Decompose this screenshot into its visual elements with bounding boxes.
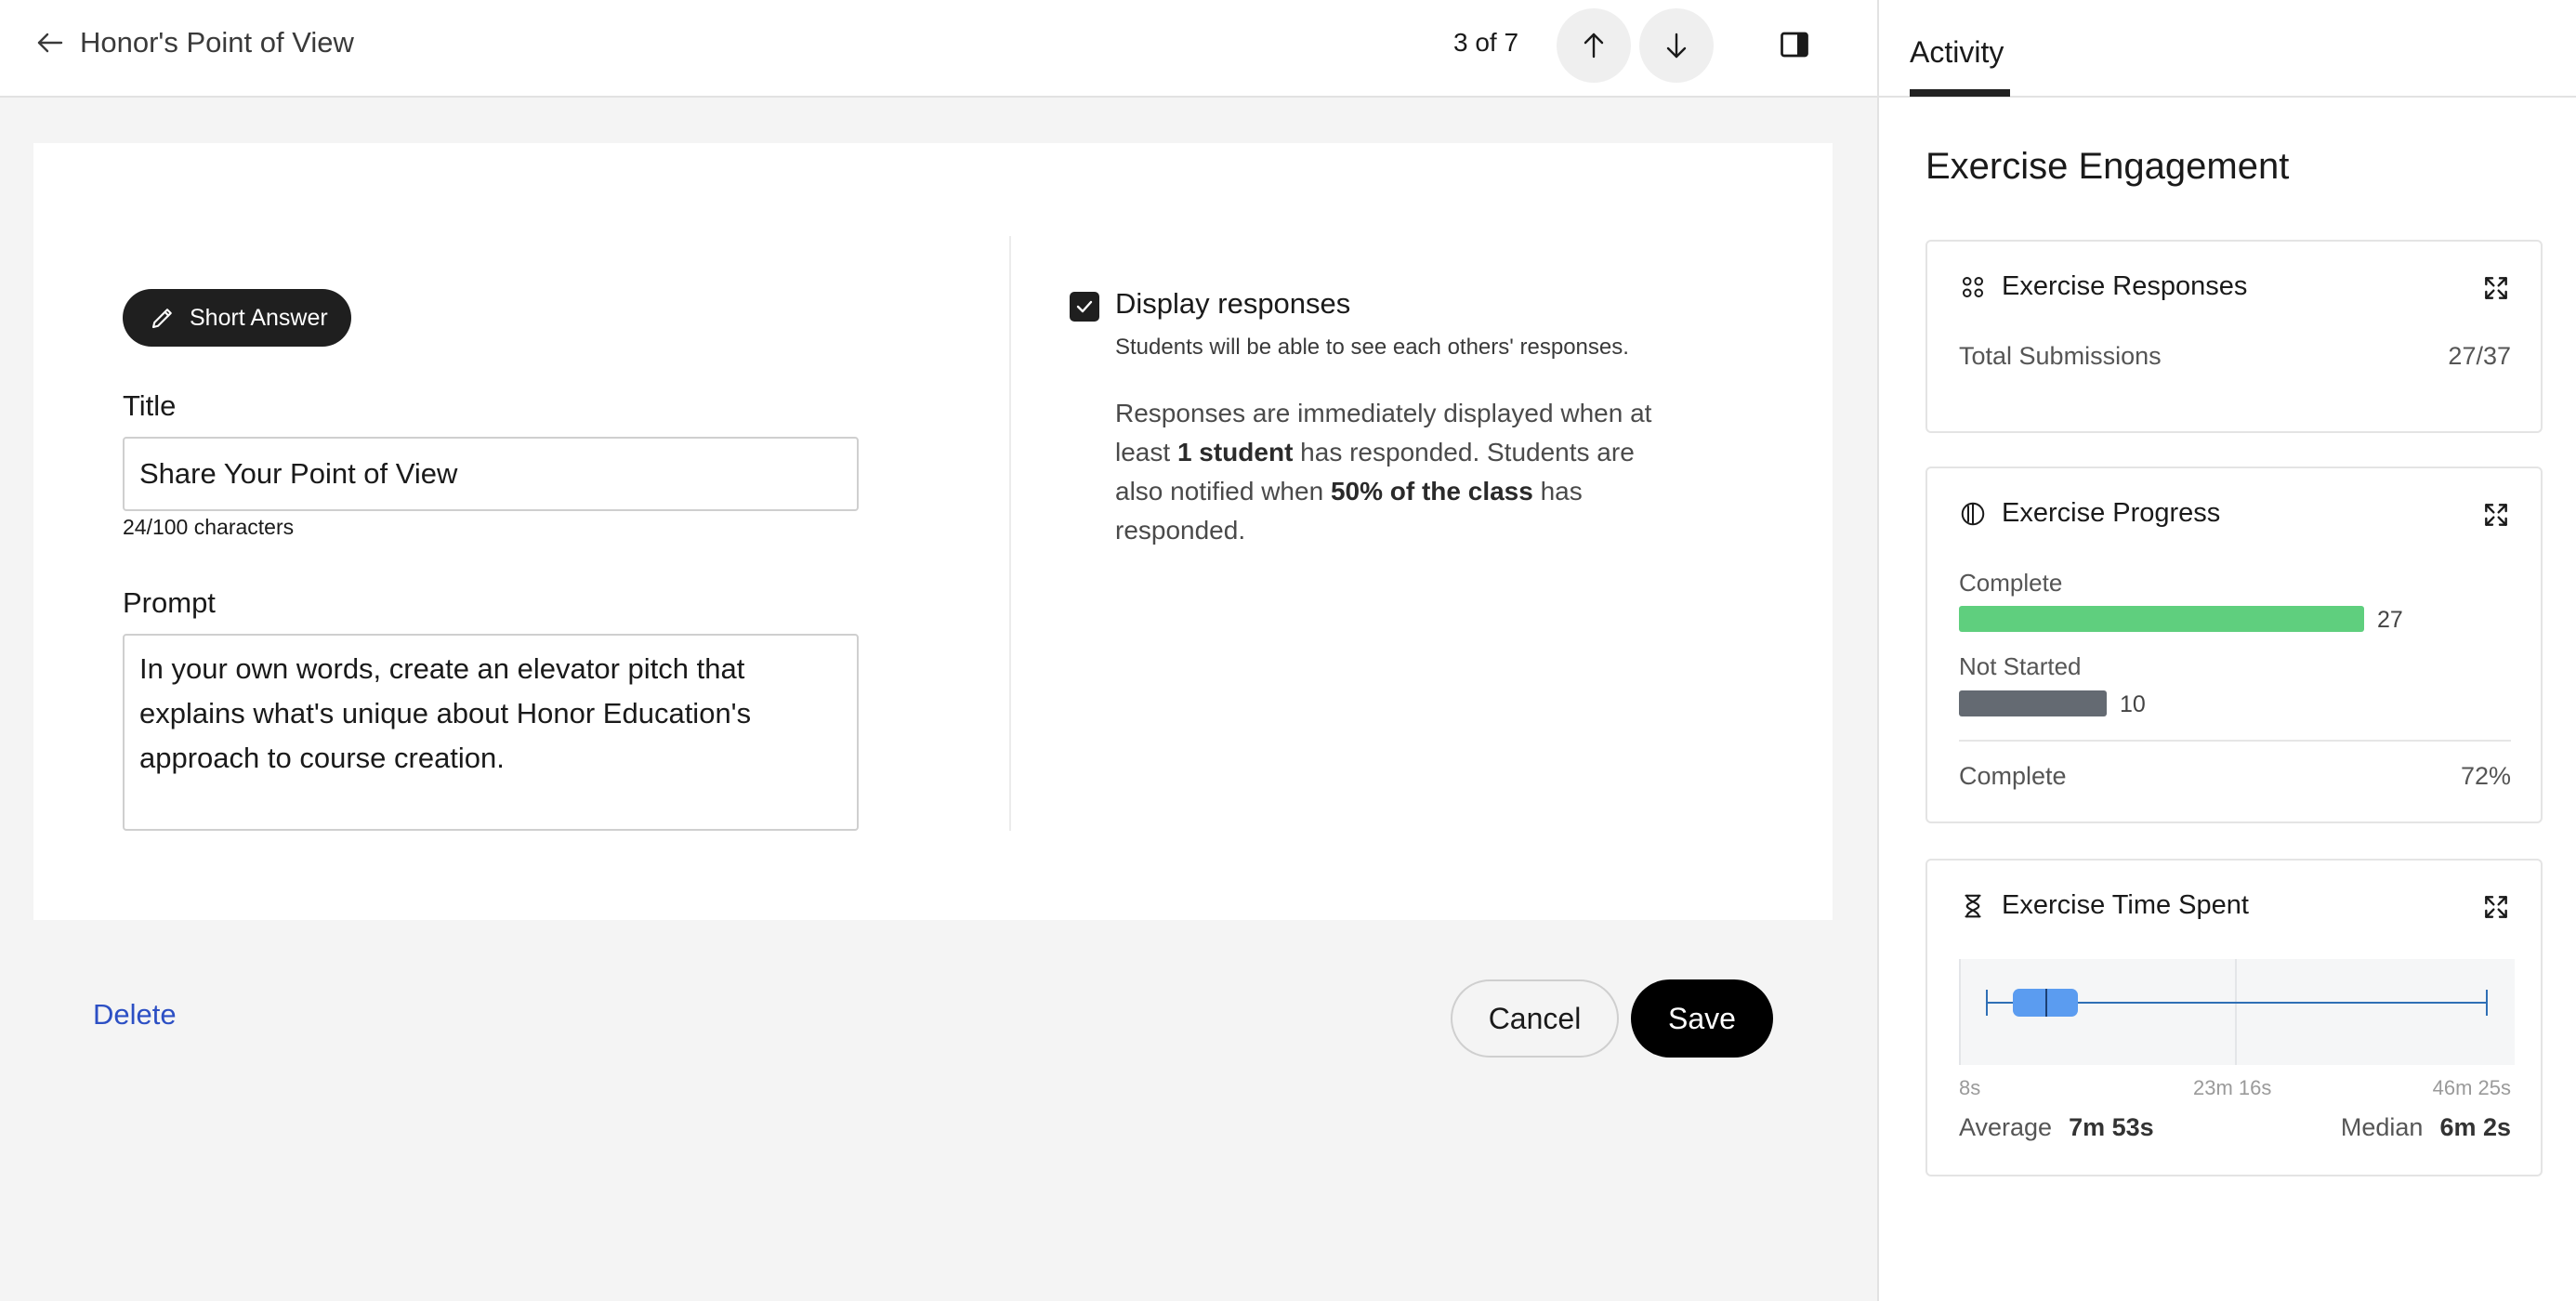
check-icon bbox=[1076, 300, 1093, 313]
not-started-count: 10 bbox=[2120, 691, 2146, 717]
time-stats-row: Average 7m 53s Median 6m 2s bbox=[1959, 1113, 2511, 1142]
short-answer-chip[interactable]: Short Answer bbox=[123, 289, 351, 347]
exercise-time-spent-card: Exercise Time Spent 8s 23m 16s 46m 25s A… bbox=[1925, 859, 2543, 1176]
time-box-plot bbox=[1959, 959, 2515, 1065]
display-responses-label: Display responses bbox=[1115, 287, 1351, 320]
save-button[interactable]: Save bbox=[1631, 979, 1773, 1058]
complete-summary-row: Complete 72% bbox=[1959, 762, 2511, 790]
arrow-down-icon bbox=[1666, 33, 1687, 59]
previous-button[interactable] bbox=[1557, 8, 1631, 83]
cancel-button[interactable]: Cancel bbox=[1451, 979, 1619, 1058]
sidebar-title: Exercise Engagement bbox=[1925, 146, 2290, 187]
not-started-bar-label: Not Started bbox=[1959, 652, 2082, 680]
complete-bar-label: Complete bbox=[1959, 569, 2063, 597]
title-character-counter: 24/100 characters bbox=[123, 515, 295, 539]
axis-mid-label: 23m 16s bbox=[2193, 1076, 2272, 1099]
pencil-icon bbox=[151, 309, 172, 329]
total-submissions-row: Total Submissions 27/37 bbox=[1959, 342, 2511, 370]
sidebar-panel-icon bbox=[1781, 32, 1808, 58]
half-circle-icon bbox=[1961, 502, 1985, 525]
median-stat: Median 6m 2s bbox=[2340, 1113, 2511, 1141]
expand-icon[interactable] bbox=[2481, 500, 2511, 530]
tab-activity[interactable]: Activity bbox=[1910, 35, 2004, 70]
exercise-progress-card: Exercise Progress Complete 27 Not Starte… bbox=[1925, 467, 2543, 823]
hourglass-icon bbox=[1965, 894, 1981, 917]
average-stat: Average 7m 53s bbox=[1959, 1113, 2154, 1141]
display-responses-description: Responses are immediately displayed when… bbox=[1115, 399, 1652, 545]
title-label: Title bbox=[123, 389, 177, 422]
active-tab-indicator bbox=[1910, 89, 2010, 97]
delete-button[interactable]: Delete bbox=[93, 998, 177, 1032]
grid-circles-icon bbox=[1963, 276, 1983, 297]
expand-icon[interactable] bbox=[2481, 273, 2511, 303]
title-input[interactable] bbox=[123, 437, 859, 511]
exercise-editor-card: Short Answer Title 24/100 characters Pro… bbox=[33, 143, 1833, 920]
display-responses-checkbox[interactable] bbox=[1070, 292, 1099, 322]
activity-sidebar: Activity Exercise Engagement Exercise Re… bbox=[1877, 0, 2576, 1301]
top-bar: Honor's Point of View 3 of 7 bbox=[0, 0, 1877, 98]
axis-min-label: 8s bbox=[1959, 1076, 1981, 1099]
column-divider bbox=[1009, 236, 1011, 831]
box-plot-svg bbox=[1959, 959, 2488, 1065]
exercise-responses-card: Exercise Responses Total Submissions 27/… bbox=[1925, 240, 2543, 433]
main-area: Honor's Point of View 3 of 7 Short Answe… bbox=[0, 0, 1877, 1301]
progress-card-title: Exercise Progress bbox=[2002, 498, 2221, 528]
prompt-textarea[interactable]: In your own words, create an elevator pi… bbox=[123, 634, 859, 831]
back-link[interactable]: Honor's Point of View bbox=[33, 26, 354, 59]
complete-bar bbox=[1959, 606, 2364, 632]
sidebar-tabs: Activity bbox=[1879, 0, 2576, 98]
not-started-bar bbox=[1959, 690, 2107, 716]
time-card-title: Exercise Time Spent bbox=[2002, 890, 2249, 920]
responses-card-title: Exercise Responses bbox=[2002, 271, 2248, 301]
expand-icon[interactable] bbox=[2481, 892, 2511, 922]
toggle-sidebar-button[interactable] bbox=[1776, 26, 1813, 63]
chip-label: Short Answer bbox=[190, 304, 328, 331]
page-title: Honor's Point of View bbox=[80, 26, 354, 59]
pager-text: 3 of 7 bbox=[1453, 28, 1519, 57]
arrow-left-icon bbox=[37, 33, 63, 53]
axis-max-label: 46m 25s bbox=[2432, 1076, 2511, 1099]
display-responses-help: Students will be able to see each others… bbox=[1115, 335, 1629, 360]
next-button[interactable] bbox=[1639, 8, 1714, 83]
arrow-up-icon bbox=[1584, 33, 1604, 59]
progress-divider bbox=[1959, 740, 2511, 742]
prompt-label: Prompt bbox=[123, 586, 216, 619]
complete-count: 27 bbox=[2377, 607, 2403, 633]
